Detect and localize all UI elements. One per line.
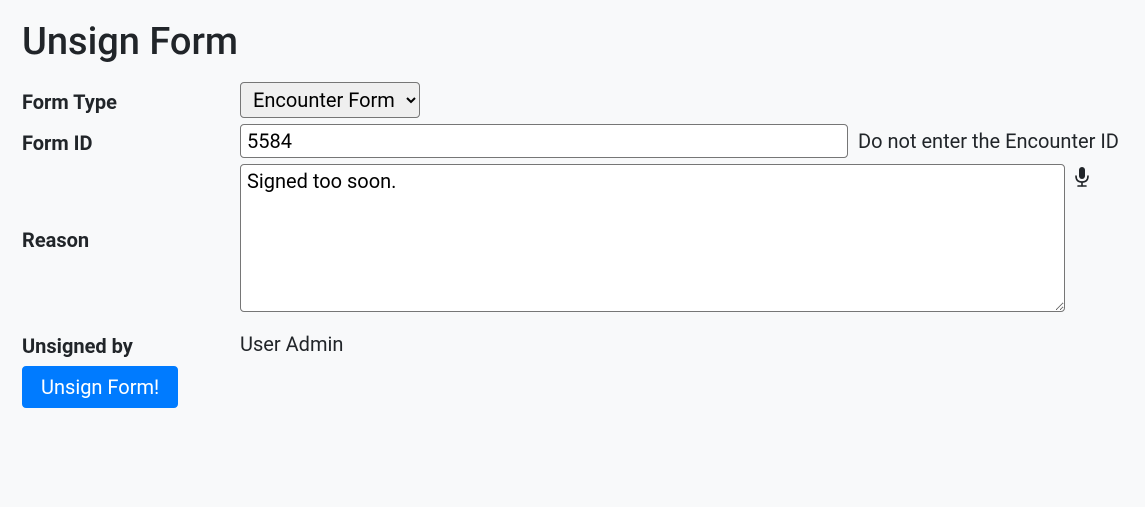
form-id-row: Form ID Do not enter the Encounter ID [22, 124, 1123, 158]
unsigned-by-label: Unsigned by [22, 330, 240, 358]
reason-label: Reason [22, 224, 240, 252]
form-type-select[interactable]: Encounter Form [240, 82, 420, 118]
form-type-row: Form Type Encounter Form [22, 82, 1123, 118]
reason-row: Reason [22, 164, 1123, 312]
unsigned-by-row: Unsigned by User Admin [22, 330, 1123, 358]
unsigned-by-value: User Admin [240, 332, 343, 356]
form-type-label: Form Type [22, 86, 240, 114]
form-id-hint: Do not enter the Encounter ID [858, 129, 1119, 153]
page-title: Unsign Form [22, 20, 1123, 64]
form-id-input[interactable] [240, 124, 848, 158]
unsign-form-button[interactable]: Unsign Form! [22, 366, 178, 408]
form-id-label: Form ID [22, 127, 240, 155]
microphone-icon[interactable] [1073, 164, 1091, 192]
reason-textarea[interactable] [240, 164, 1065, 312]
